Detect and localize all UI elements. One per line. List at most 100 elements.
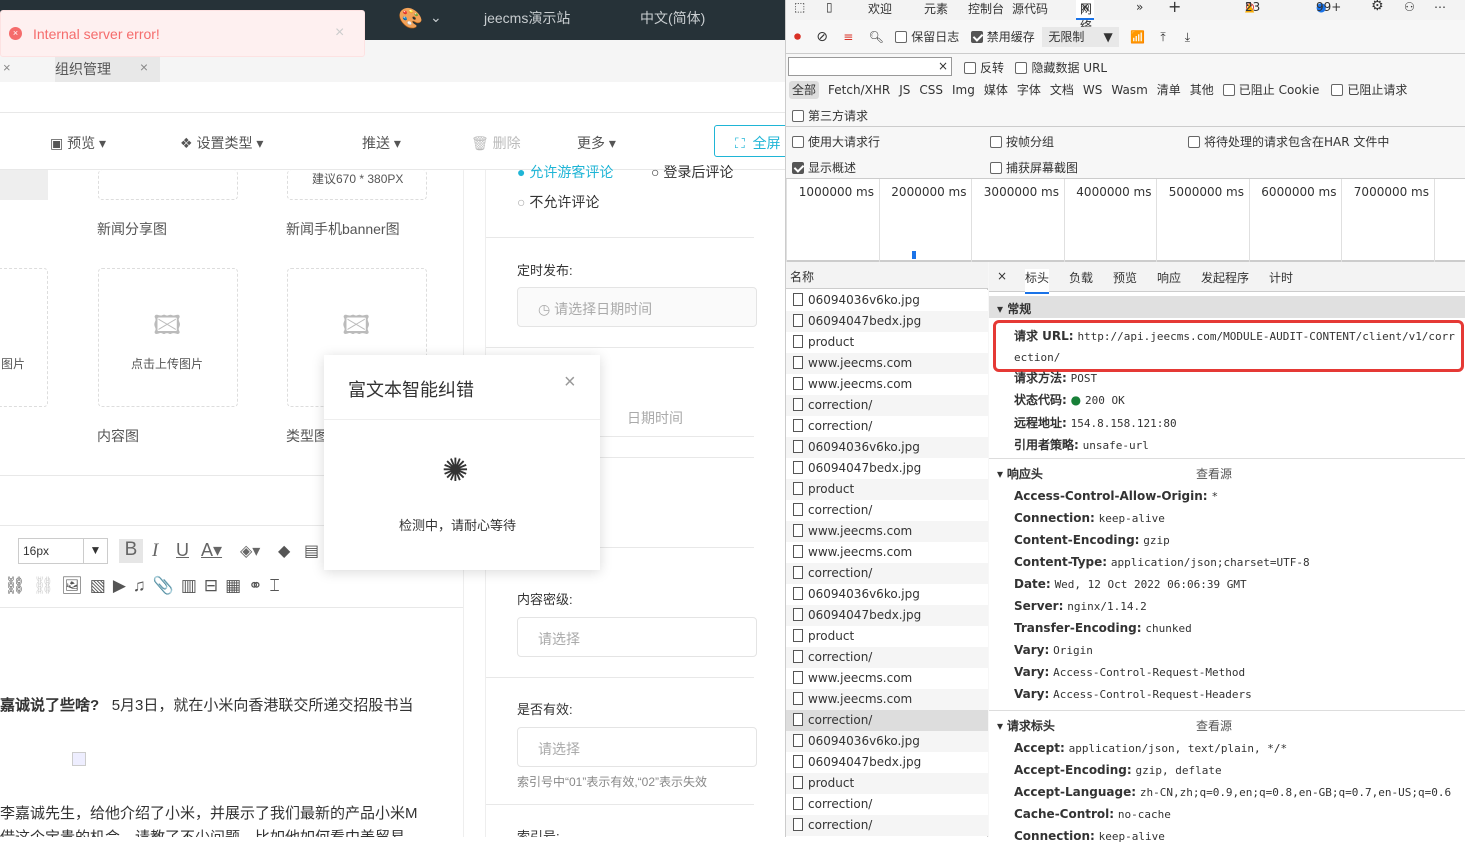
preserve-log-checkbox[interactable]: 保留日志 xyxy=(895,30,959,44)
detail-tab[interactable]: 预览 xyxy=(1113,269,1137,286)
request-row[interactable]: 06094036v6ko.jpg xyxy=(786,290,988,311)
filter-icon[interactable]: ≡ xyxy=(843,30,853,44)
network-conditions-icon[interactable]: 📶 xyxy=(1130,30,1145,44)
filter-type-7[interactable]: 文档 xyxy=(1050,83,1074,97)
valid-select[interactable]: 请选择 xyxy=(517,727,757,767)
timeline-overview[interactable]: 1000000 ms2000000 ms3000000 ms4000000 ms… xyxy=(786,178,1465,262)
request-row[interactable]: product xyxy=(786,332,988,353)
detail-tab[interactable]: 响应 xyxy=(1157,269,1181,286)
detail-tab[interactable]: 计时 xyxy=(1269,269,1293,286)
group-by-frame-checkbox[interactable]: 按帧分组 xyxy=(990,133,1054,150)
editor-paragraph[interactable]: 嘉诚说了些啥? 5月3日，就在小米向香港联交所递交招股书当 xyxy=(0,694,413,715)
request-row[interactable]: correction/ xyxy=(786,500,988,521)
font-color-button[interactable]: A▾ xyxy=(201,540,222,561)
filter-type-8[interactable]: WS xyxy=(1083,83,1102,97)
clear-filter-icon[interactable]: × xyxy=(938,59,948,73)
request-row[interactable]: correction/ xyxy=(786,710,988,731)
detail-tab[interactable]: 负载 xyxy=(1069,269,1093,286)
filter-type-10[interactable]: 清单 xyxy=(1157,83,1181,97)
font-size-select[interactable]: 16px▼ xyxy=(18,538,108,564)
italic-button[interactable]: I xyxy=(152,540,158,562)
invert-checkbox[interactable]: 反转 xyxy=(964,61,1004,75)
radio-allow-guest-comment[interactable]: ● 允许游客评论 xyxy=(517,162,613,182)
request-row[interactable]: correction/ xyxy=(786,815,988,836)
response-headers-toggle[interactable]: ▾ 响应头 xyxy=(997,465,1043,482)
more-menu-icon[interactable]: ⋯ xyxy=(1434,0,1446,14)
blocked-requests-checkbox[interactable]: 已阻止请求 xyxy=(1331,83,1407,97)
request-row[interactable]: 06094047bedx.jpg xyxy=(786,752,988,773)
banner-image-upload[interactable]: 建议670 * 380PX xyxy=(287,170,427,200)
share-image-upload[interactable] xyxy=(98,170,238,200)
bold-button[interactable]: B xyxy=(119,539,143,563)
view-source-link[interactable]: 查看源 xyxy=(1196,465,1232,482)
request-row[interactable]: www.jeecms.com xyxy=(786,689,988,710)
request-row[interactable]: product xyxy=(786,479,988,500)
detail-tab[interactable]: 标头 xyxy=(1025,269,1049,294)
request-row[interactable]: www.jeecms.com xyxy=(786,521,988,542)
request-row[interactable]: correction/ xyxy=(786,563,988,584)
export-har-icon[interactable]: ⤓ xyxy=(1185,30,1190,44)
eraser-icon[interactable]: ◆ xyxy=(278,541,290,561)
more-tabs-icon[interactable]: » xyxy=(1136,0,1143,14)
name-column-header[interactable]: 名称 xyxy=(786,262,988,289)
push-button[interactable]: 推送 ▾ xyxy=(362,133,401,153)
filter-type-5[interactable]: 媒体 xyxy=(984,83,1008,97)
request-headers-toggle[interactable]: ▾ 请求标头 xyxy=(997,717,1055,734)
add-tab-icon[interactable]: + xyxy=(1168,0,1181,16)
request-row[interactable]: 06094047bedx.jpg xyxy=(786,458,988,479)
clear-icon[interactable]: ⊘ xyxy=(816,29,828,45)
tab-network[interactable]: 网络 × xyxy=(1076,0,1094,20)
fullscreen-button[interactable]: ⛶ 全屏 xyxy=(714,125,785,157)
language-selector[interactable]: 中文(简体) xyxy=(640,8,705,28)
request-row[interactable]: 06094036v6ko.jpg xyxy=(786,437,988,458)
device-toggle-icon[interactable]: ▯ xyxy=(826,0,833,14)
close-icon[interactable]: × xyxy=(997,269,1007,283)
site-selector[interactable]: jeecms演示站 xyxy=(484,8,570,28)
request-row[interactable]: www.jeecms.com xyxy=(786,542,988,563)
palette-icon[interactable]: 🎨 xyxy=(398,6,423,31)
close-icon[interactable]: × xyxy=(140,59,148,75)
disable-cache-checkbox[interactable]: 禁用缓存 xyxy=(971,30,1035,44)
request-row[interactable]: 06094047bedx.jpg xyxy=(786,311,988,332)
tab-console[interactable]: 控制台 xyxy=(968,0,1004,17)
content-image-upload[interactable]: 🖾 点击上传图片 xyxy=(98,268,238,407)
radio-login-comment[interactable]: ○ 登录后评论 xyxy=(651,162,733,182)
editor-paragraph[interactable]: 李嘉诚先生，给他介绍了小米，并展示了我们最新的产品小米M xyxy=(0,802,418,823)
view-source-link[interactable]: 查看源 xyxy=(1196,717,1232,734)
third-party-checkbox[interactable]: 第三方请求 xyxy=(792,107,868,124)
hide-data-url-checkbox[interactable]: 隐藏数据 URL xyxy=(1015,61,1107,75)
request-row[interactable]: product xyxy=(786,626,988,647)
record-icon[interactable]: ⏺ xyxy=(794,29,801,45)
throttle-select[interactable]: 无限制 ▼ xyxy=(1042,27,1118,47)
request-row[interactable]: correction/ xyxy=(786,647,988,668)
request-row[interactable]: 06094036v6ko.jpg xyxy=(786,731,988,752)
close-icon[interactable]: × xyxy=(564,371,576,394)
tab-org-management[interactable]: 组织管理 × xyxy=(55,55,160,82)
filter-type-9[interactable]: Wasm xyxy=(1111,83,1147,97)
secret-level-select[interactable]: 请选择 xyxy=(517,617,757,657)
tab-sources[interactable]: 源代码 xyxy=(1012,0,1048,17)
filter-type-0[interactable]: 全部 xyxy=(789,81,819,99)
filter-type-3[interactable]: CSS xyxy=(919,83,943,97)
request-row[interactable]: 06094047bedx.jpg xyxy=(786,605,988,626)
template-icon[interactable]: ▤ xyxy=(304,541,319,561)
editor-insert-toolbar[interactable]: ⛓⛓🖼▧▶♫📎▥⊟▦⚭⌶ xyxy=(4,576,287,596)
filter-type-2[interactable]: JS xyxy=(899,83,910,97)
request-row[interactable]: 06094036v6ko.jpg xyxy=(786,584,988,605)
filter-type-4[interactable]: Img xyxy=(952,83,975,97)
include-har-checkbox[interactable]: 将待处理的请求包含在HAR 文件中 xyxy=(1188,133,1389,150)
set-type-button[interactable]: ❖ 设置类型 ▾ xyxy=(180,133,263,153)
big-rows-checkbox[interactable]: 使用大请求行 xyxy=(792,133,880,150)
more-button[interactable]: 更多 ▾ xyxy=(577,133,616,153)
show-overview-checkbox[interactable]: 显示概述 xyxy=(792,159,856,176)
feedback-icon[interactable]: ⚇ xyxy=(1404,0,1415,14)
close-icon[interactable]: × xyxy=(3,60,11,75)
request-row[interactable]: www.jeecms.com xyxy=(786,668,988,689)
request-row[interactable]: correction/ xyxy=(786,395,988,416)
request-row[interactable]: www.jeecms.com xyxy=(786,374,988,395)
detail-tab[interactable]: 发起程序 xyxy=(1201,269,1249,286)
import-har-icon[interactable]: ⤒ xyxy=(1160,30,1165,44)
capture-screenshots-checkbox[interactable]: 捕获屏幕截图 xyxy=(990,159,1078,176)
filter-input[interactable]: × xyxy=(788,57,952,76)
underline-button[interactable]: U xyxy=(176,540,189,561)
